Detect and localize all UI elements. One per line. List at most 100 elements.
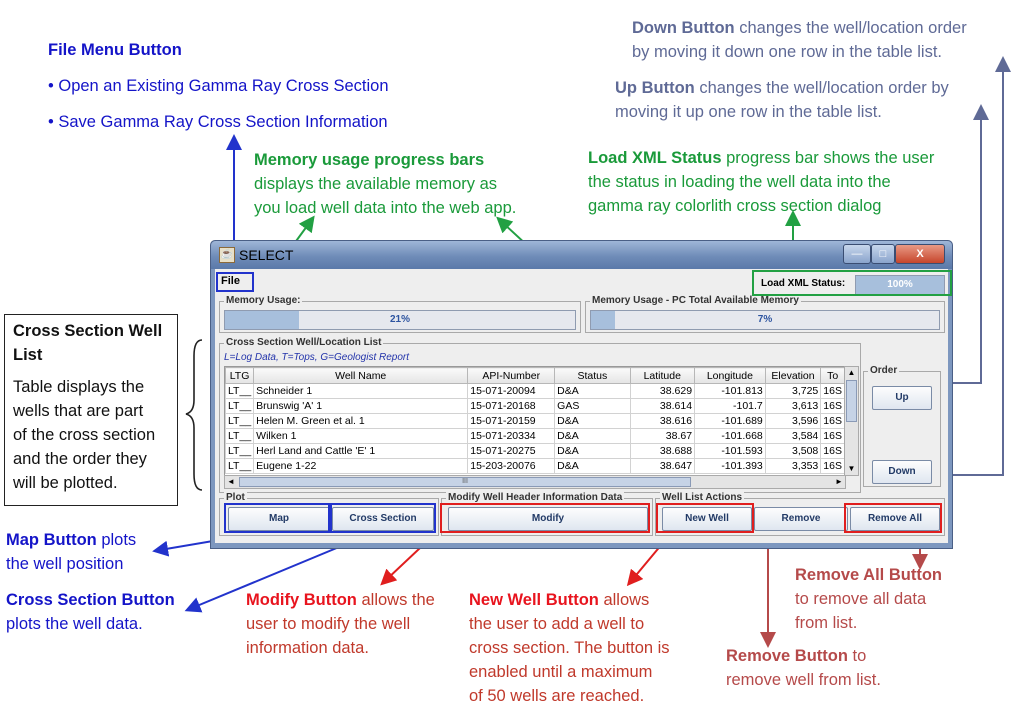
annotation-title: New Well Button	[469, 591, 599, 609]
table-cell: 38.614	[629, 398, 696, 414]
annotation-text: the status in loading the well data into…	[588, 173, 891, 191]
table-cell: 15-071-20275	[467, 443, 556, 459]
horizontal-scroll-thumb[interactable]: III	[239, 477, 691, 487]
title-bar[interactable]: ☕ SELECT — □ X	[211, 241, 952, 269]
modify-annotation: Modify Button allows the user to modify …	[246, 588, 435, 660]
vertical-scrollbar[interactable]: ▲ ▼	[844, 366, 859, 476]
vertical-scroll-thumb[interactable]	[846, 380, 857, 422]
table-cell: 38.629	[629, 383, 696, 399]
table-cell: D&A	[554, 383, 631, 399]
annotation-title: Cross Section Well	[13, 322, 163, 340]
maximize-button[interactable]: □	[871, 244, 895, 264]
column-header[interactable]: Latitude	[629, 367, 696, 384]
down-button[interactable]: Down	[872, 460, 932, 484]
annotation-bullet: • Save Gamma Ray Cross Section Informati…	[48, 113, 388, 131]
annotation-text: wells that are part	[13, 402, 144, 420]
well-list-label: Cross Section Well/Location List	[224, 337, 384, 348]
table-cell: Eugene 1-22	[253, 458, 469, 474]
order-label: Order	[868, 365, 900, 376]
close-button[interactable]: X	[895, 244, 945, 264]
table-cell: -101.593	[694, 443, 766, 459]
table-cell: LT__	[225, 458, 255, 474]
up-annotation: Up Button changes the well/location orde…	[615, 76, 949, 124]
table-cell: -101.813	[694, 383, 766, 399]
annotation-text: by moving it down one row in the table l…	[632, 43, 942, 61]
table-row[interactable]: LT__ Schneider 1 15-071-20094 D&A 38.629 -101…	[225, 383, 845, 399]
table-cell: LT__	[225, 428, 255, 444]
scroll-up-arrow-icon[interactable]: ▲	[845, 367, 858, 379]
annotation-text: of the cross section	[13, 426, 156, 444]
map-button-highlight	[224, 503, 332, 533]
table-row[interactable]: LT__ Herl Land and Cattle 'E' 1 15-071-202…	[225, 443, 845, 459]
file-menu-highlight	[216, 272, 254, 292]
table-row[interactable]: LT__ Brunswig 'A' 1 15-071-20168 GAS 38.614-…	[225, 398, 845, 414]
table-row[interactable]: LT__ Eugene 1-22 15-203-20076 D&A 38.647 -101…	[225, 458, 845, 474]
annotation-text: allows the	[356, 591, 435, 609]
annotation-title: Remove Button	[726, 647, 848, 665]
remove-all-highlight	[844, 503, 942, 533]
table-cell: -101.393	[694, 458, 766, 474]
java-app-icon: ☕	[219, 247, 235, 263]
table-cell: 3,613	[764, 398, 822, 414]
table-cell: Wilken 1	[253, 428, 469, 444]
memory-usage-group: Memory Usage: 21%	[219, 295, 581, 333]
remove-button[interactable]: Remove	[754, 507, 848, 531]
table-cell: 15-071-20334	[467, 428, 556, 444]
map-annotation: Map Button plots the well position	[6, 528, 136, 576]
table-cell: 3,584	[764, 428, 822, 444]
column-header[interactable]: API-Number	[467, 367, 556, 384]
new-well-highlight	[656, 503, 754, 533]
pc-memory-progress-bar: 7%	[590, 310, 940, 330]
annotation-text: the user to add a well to	[469, 615, 645, 633]
annotation-title: List	[13, 346, 43, 364]
annotation-title: Cross Section Button	[6, 591, 175, 609]
annotation-text: moving it up one row in the table list.	[615, 103, 882, 121]
table-row[interactable]: LT__ Helen M. Green et al. 1 15-071-20159 D…	[225, 413, 845, 429]
table-cell: 16S	[820, 458, 845, 474]
table-cell: 38.688	[629, 443, 696, 459]
scroll-left-arrow-icon[interactable]: ◄	[225, 476, 237, 488]
modify-group-label: Modify Well Header Information Data	[446, 492, 625, 503]
well-list-actions-label: Well List Actions	[660, 492, 745, 503]
column-header[interactable]: Longitude	[694, 367, 766, 384]
table-cell: 38.616	[629, 413, 696, 429]
scroll-down-arrow-icon[interactable]: ▼	[845, 463, 858, 475]
column-header[interactable]: Status	[554, 367, 631, 384]
modify-highlight	[440, 503, 650, 533]
minimize-button[interactable]: —	[843, 244, 871, 264]
pc-memory-label: Memory Usage - PC Total Available Memory	[590, 295, 801, 306]
table-cell: 16S	[820, 383, 845, 399]
column-header[interactable]: To	[820, 367, 845, 384]
remove-all-annotation: Remove All Button to remove all data fro…	[795, 563, 942, 635]
table-cell: Herl Land and Cattle 'E' 1	[253, 443, 469, 459]
well-table-viewport[interactable]: LTG Well Name API-Number Status Latitude Long…	[224, 366, 846, 476]
column-header[interactable]: Well Name	[253, 367, 469, 384]
table-cell: LT__	[225, 383, 255, 399]
table-row[interactable]: LT__ Wilken 1 15-071-20334 D&A 38.67 -101.668…	[225, 428, 845, 444]
table-cell: -101.689	[694, 413, 766, 429]
window-title: SELECT	[239, 247, 294, 263]
annotation-text: of 50 wells are reached.	[469, 687, 645, 705]
annotation-text: displays the available memory as	[254, 175, 498, 193]
horizontal-scrollbar[interactable]: ◄ III ►	[224, 475, 846, 489]
table-body: LT__ Schneider 1 15-071-20094 D&A 38.629 -101…	[225, 383, 845, 474]
annotation-text: and the order they	[13, 450, 147, 468]
annotation-bullet: • Open an Existing Gamma Ray Cross Secti…	[48, 77, 389, 95]
table-cell: D&A	[554, 413, 631, 429]
table-cell: 3,508	[764, 443, 822, 459]
annotation-text: progress bar shows the user	[721, 149, 935, 167]
load-xml-annotation: Load XML Status progress bar shows the u…	[588, 146, 934, 218]
cross-section-annotation: Cross Section Button plots the well data…	[6, 588, 175, 636]
annotation-title: Memory usage progress bars	[254, 151, 485, 169]
column-header[interactable]: LTG	[225, 367, 255, 384]
table-cell: 3,725	[764, 383, 822, 399]
well-list-group: Cross Section Well/Location List L=Log D…	[219, 337, 861, 493]
table-cell: 15-071-20159	[467, 413, 556, 429]
up-button[interactable]: Up	[872, 386, 932, 410]
annotation-text: the well position	[6, 555, 124, 573]
column-header[interactable]: Elevation	[764, 367, 822, 384]
pc-memory-progress-text: 7%	[757, 314, 773, 325]
annotation-text: information data.	[246, 639, 369, 657]
annotation-text: changes the well/location order	[734, 19, 967, 37]
scroll-right-arrow-icon[interactable]: ►	[833, 476, 845, 488]
